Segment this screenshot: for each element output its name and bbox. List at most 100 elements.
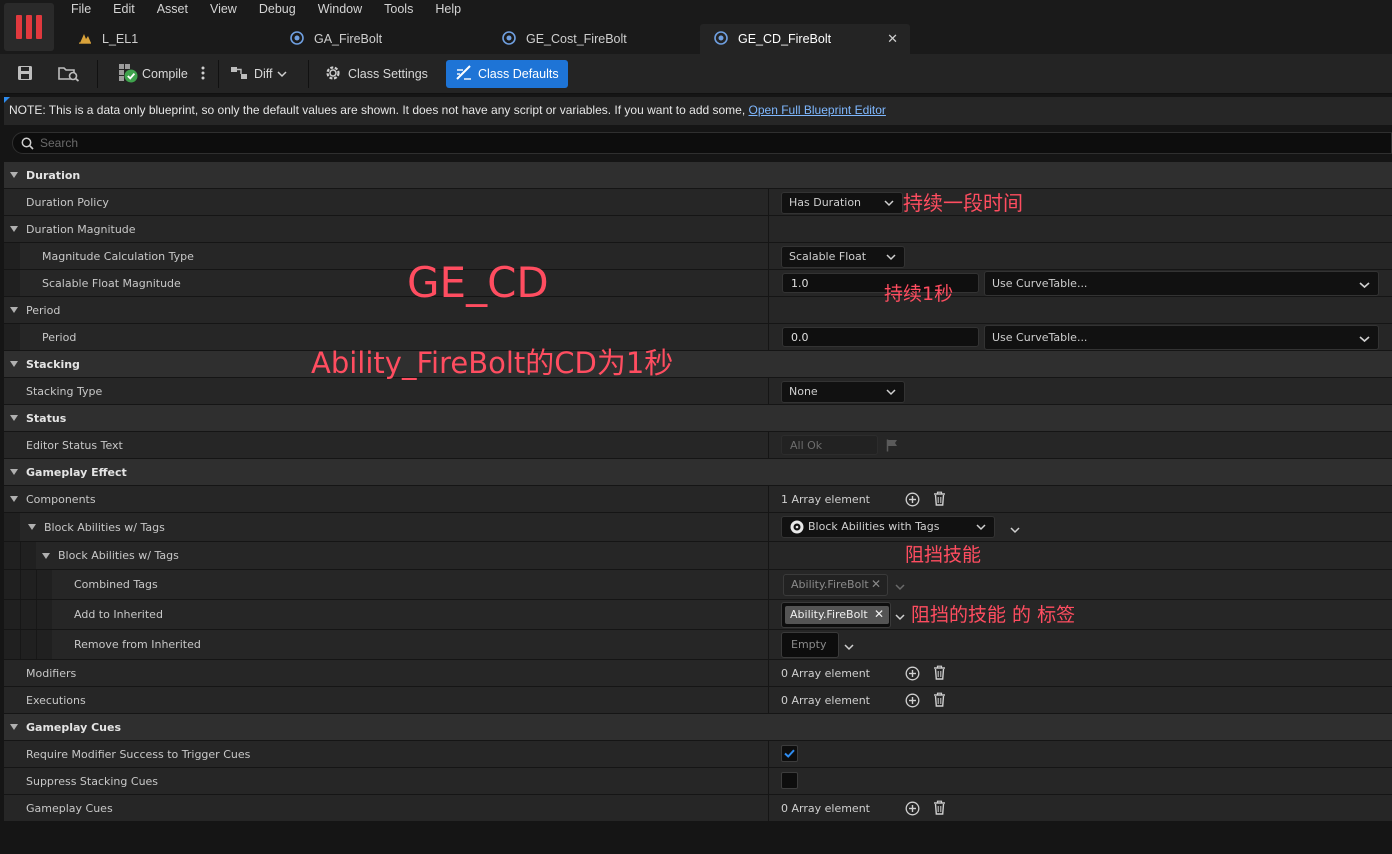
- property-label: Magnitude Calculation Type: [42, 249, 194, 263]
- column-splitter[interactable]: [768, 270, 769, 296]
- property-label: Executions: [26, 693, 86, 707]
- stacking-type-dropdown[interactable]: None: [781, 381, 905, 403]
- column-splitter[interactable]: [768, 432, 769, 458]
- chevron-down-icon[interactable]: [1010, 524, 1020, 537]
- add-element-icon[interactable]: [905, 666, 920, 684]
- property-modifiers: Modifiers 0 Array element: [4, 660, 1392, 687]
- category-gameplay-effect[interactable]: Gameplay Effect: [4, 459, 1392, 486]
- expand-arrow-icon[interactable]: [10, 415, 18, 421]
- curve-table-dropdown[interactable]: Use CurveTable...: [984, 271, 1379, 296]
- close-icon[interactable]: ✕: [887, 31, 898, 47]
- category-gameplay-cues[interactable]: Gameplay Cues: [4, 714, 1392, 741]
- open-full-blueprint-editor-link[interactable]: Open Full Blueprint Editor: [749, 103, 886, 117]
- menu-help[interactable]: Help: [424, 0, 472, 20]
- column-splitter[interactable]: [768, 324, 769, 350]
- indent-guide: [4, 324, 20, 350]
- annotation-title: GE_CD: [407, 258, 549, 307]
- browse-button[interactable]: [58, 60, 80, 88]
- column-splitter[interactable]: [768, 243, 769, 269]
- flag-icon: [886, 439, 898, 455]
- menu-asset[interactable]: Asset: [146, 0, 199, 20]
- column-splitter[interactable]: [768, 189, 769, 215]
- menu-edit[interactable]: Edit: [102, 0, 146, 20]
- diff-button[interactable]: Diff: [230, 60, 287, 88]
- expand-arrow-icon[interactable]: [10, 496, 18, 502]
- property-block-abilities-component: Block Abilities w/ Tags Block Abilities …: [4, 513, 1392, 542]
- column-splitter[interactable]: [768, 687, 769, 713]
- details-search-input[interactable]: Search: [12, 132, 1392, 154]
- column-splitter[interactable]: [768, 378, 769, 404]
- menu-tools[interactable]: Tools: [373, 0, 424, 20]
- component-class-dropdown[interactable]: Block Abilities with Tags: [781, 516, 995, 538]
- tab-ge-cd-firebolt[interactable]: GE_CD_FireBolt ✕: [700, 24, 910, 54]
- add-element-icon[interactable]: [905, 693, 920, 711]
- compile-button[interactable]: Compile: [118, 60, 188, 88]
- close-icon[interactable]: ✕: [874, 607, 884, 621]
- column-splitter[interactable]: [768, 486, 769, 512]
- compile-options-button[interactable]: [200, 60, 206, 88]
- require-modifier-success-checkbox[interactable]: [781, 745, 798, 762]
- expand-arrow-icon[interactable]: [10, 724, 18, 730]
- column-splitter[interactable]: [768, 297, 769, 323]
- indent-line: [36, 600, 37, 629]
- class-settings-button[interactable]: Class Settings: [323, 60, 428, 88]
- add-element-icon[interactable]: [905, 801, 920, 819]
- expand-arrow-icon[interactable]: [10, 469, 18, 475]
- trash-icon[interactable]: [933, 692, 946, 710]
- menu-debug[interactable]: Debug: [248, 0, 307, 20]
- expand-arrow-icon[interactable]: [10, 226, 18, 232]
- trash-icon[interactable]: [933, 665, 946, 683]
- app-logo[interactable]: [4, 3, 54, 51]
- struct-label: Duration Magnitude: [26, 222, 136, 236]
- suppress-stacking-cues-checkbox[interactable]: [781, 772, 798, 789]
- property-executions: Executions 0 Array element: [4, 687, 1392, 714]
- remove-tags-container[interactable]: Empty: [781, 632, 839, 658]
- tag-container[interactable]: Ability.FireBolt ✕: [781, 602, 891, 628]
- chevron-down-icon[interactable]: [895, 611, 905, 624]
- category-status[interactable]: Status: [4, 405, 1392, 432]
- duration-policy-dropdown[interactable]: Has Duration: [781, 192, 903, 214]
- tab-ge-cost-firebolt[interactable]: GE_Cost_FireBolt: [488, 24, 700, 54]
- trash-icon[interactable]: [933, 491, 946, 509]
- menu-window[interactable]: Window: [307, 0, 373, 20]
- chevron-down-icon[interactable]: [844, 641, 854, 654]
- column-splitter[interactable]: [768, 660, 769, 686]
- more-vertical-icon: [200, 65, 206, 84]
- period-curve-table-dropdown[interactable]: Use CurveTable...: [984, 325, 1379, 350]
- column-splitter[interactable]: [768, 216, 769, 242]
- menu-view[interactable]: View: [199, 0, 248, 20]
- column-splitter[interactable]: [768, 795, 769, 821]
- expand-arrow-icon[interactable]: [28, 524, 36, 530]
- category-stacking[interactable]: Stacking: [4, 351, 1392, 378]
- column-splitter[interactable]: [768, 741, 769, 767]
- column-splitter[interactable]: [768, 570, 769, 599]
- tag-label: Ability.FireBolt: [791, 578, 869, 591]
- blueprint-icon: [502, 30, 516, 48]
- add-element-icon[interactable]: [905, 492, 920, 510]
- menu-file[interactable]: File: [60, 0, 102, 20]
- expand-arrow-icon[interactable]: [10, 361, 18, 367]
- column-splitter[interactable]: [768, 542, 769, 569]
- column-splitter[interactable]: [768, 513, 769, 541]
- ability-firebolt-tag-chip[interactable]: Ability.FireBolt ✕: [785, 606, 889, 624]
- property-label: Block Abilities w/ Tags: [44, 520, 165, 534]
- trash-icon[interactable]: [933, 800, 946, 818]
- expand-arrow-icon[interactable]: [10, 172, 18, 178]
- category-duration[interactable]: Duration: [4, 162, 1392, 189]
- column-splitter[interactable]: [768, 630, 769, 659]
- expand-arrow-icon[interactable]: [42, 552, 50, 559]
- class-defaults-button[interactable]: Class Defaults: [446, 60, 568, 88]
- period-input[interactable]: 0.0: [782, 327, 979, 347]
- component-icon: [790, 520, 804, 537]
- expand-arrow-icon[interactable]: [10, 307, 18, 313]
- dropdown-value: Use CurveTable...: [992, 277, 1088, 290]
- tab-l-el1[interactable]: L_EL1: [64, 24, 276, 54]
- struct-period[interactable]: Period: [4, 297, 1392, 324]
- save-button[interactable]: [16, 60, 34, 88]
- magnitude-calculation-type-dropdown[interactable]: Scalable Float: [781, 246, 905, 268]
- column-splitter[interactable]: [768, 600, 769, 629]
- property-suppress-stacking-cues: Suppress Stacking Cues: [4, 768, 1392, 795]
- struct-duration-magnitude[interactable]: Duration Magnitude: [4, 216, 1392, 243]
- tab-ga-firebolt[interactable]: GA_FireBolt: [276, 24, 488, 54]
- column-splitter[interactable]: [768, 768, 769, 794]
